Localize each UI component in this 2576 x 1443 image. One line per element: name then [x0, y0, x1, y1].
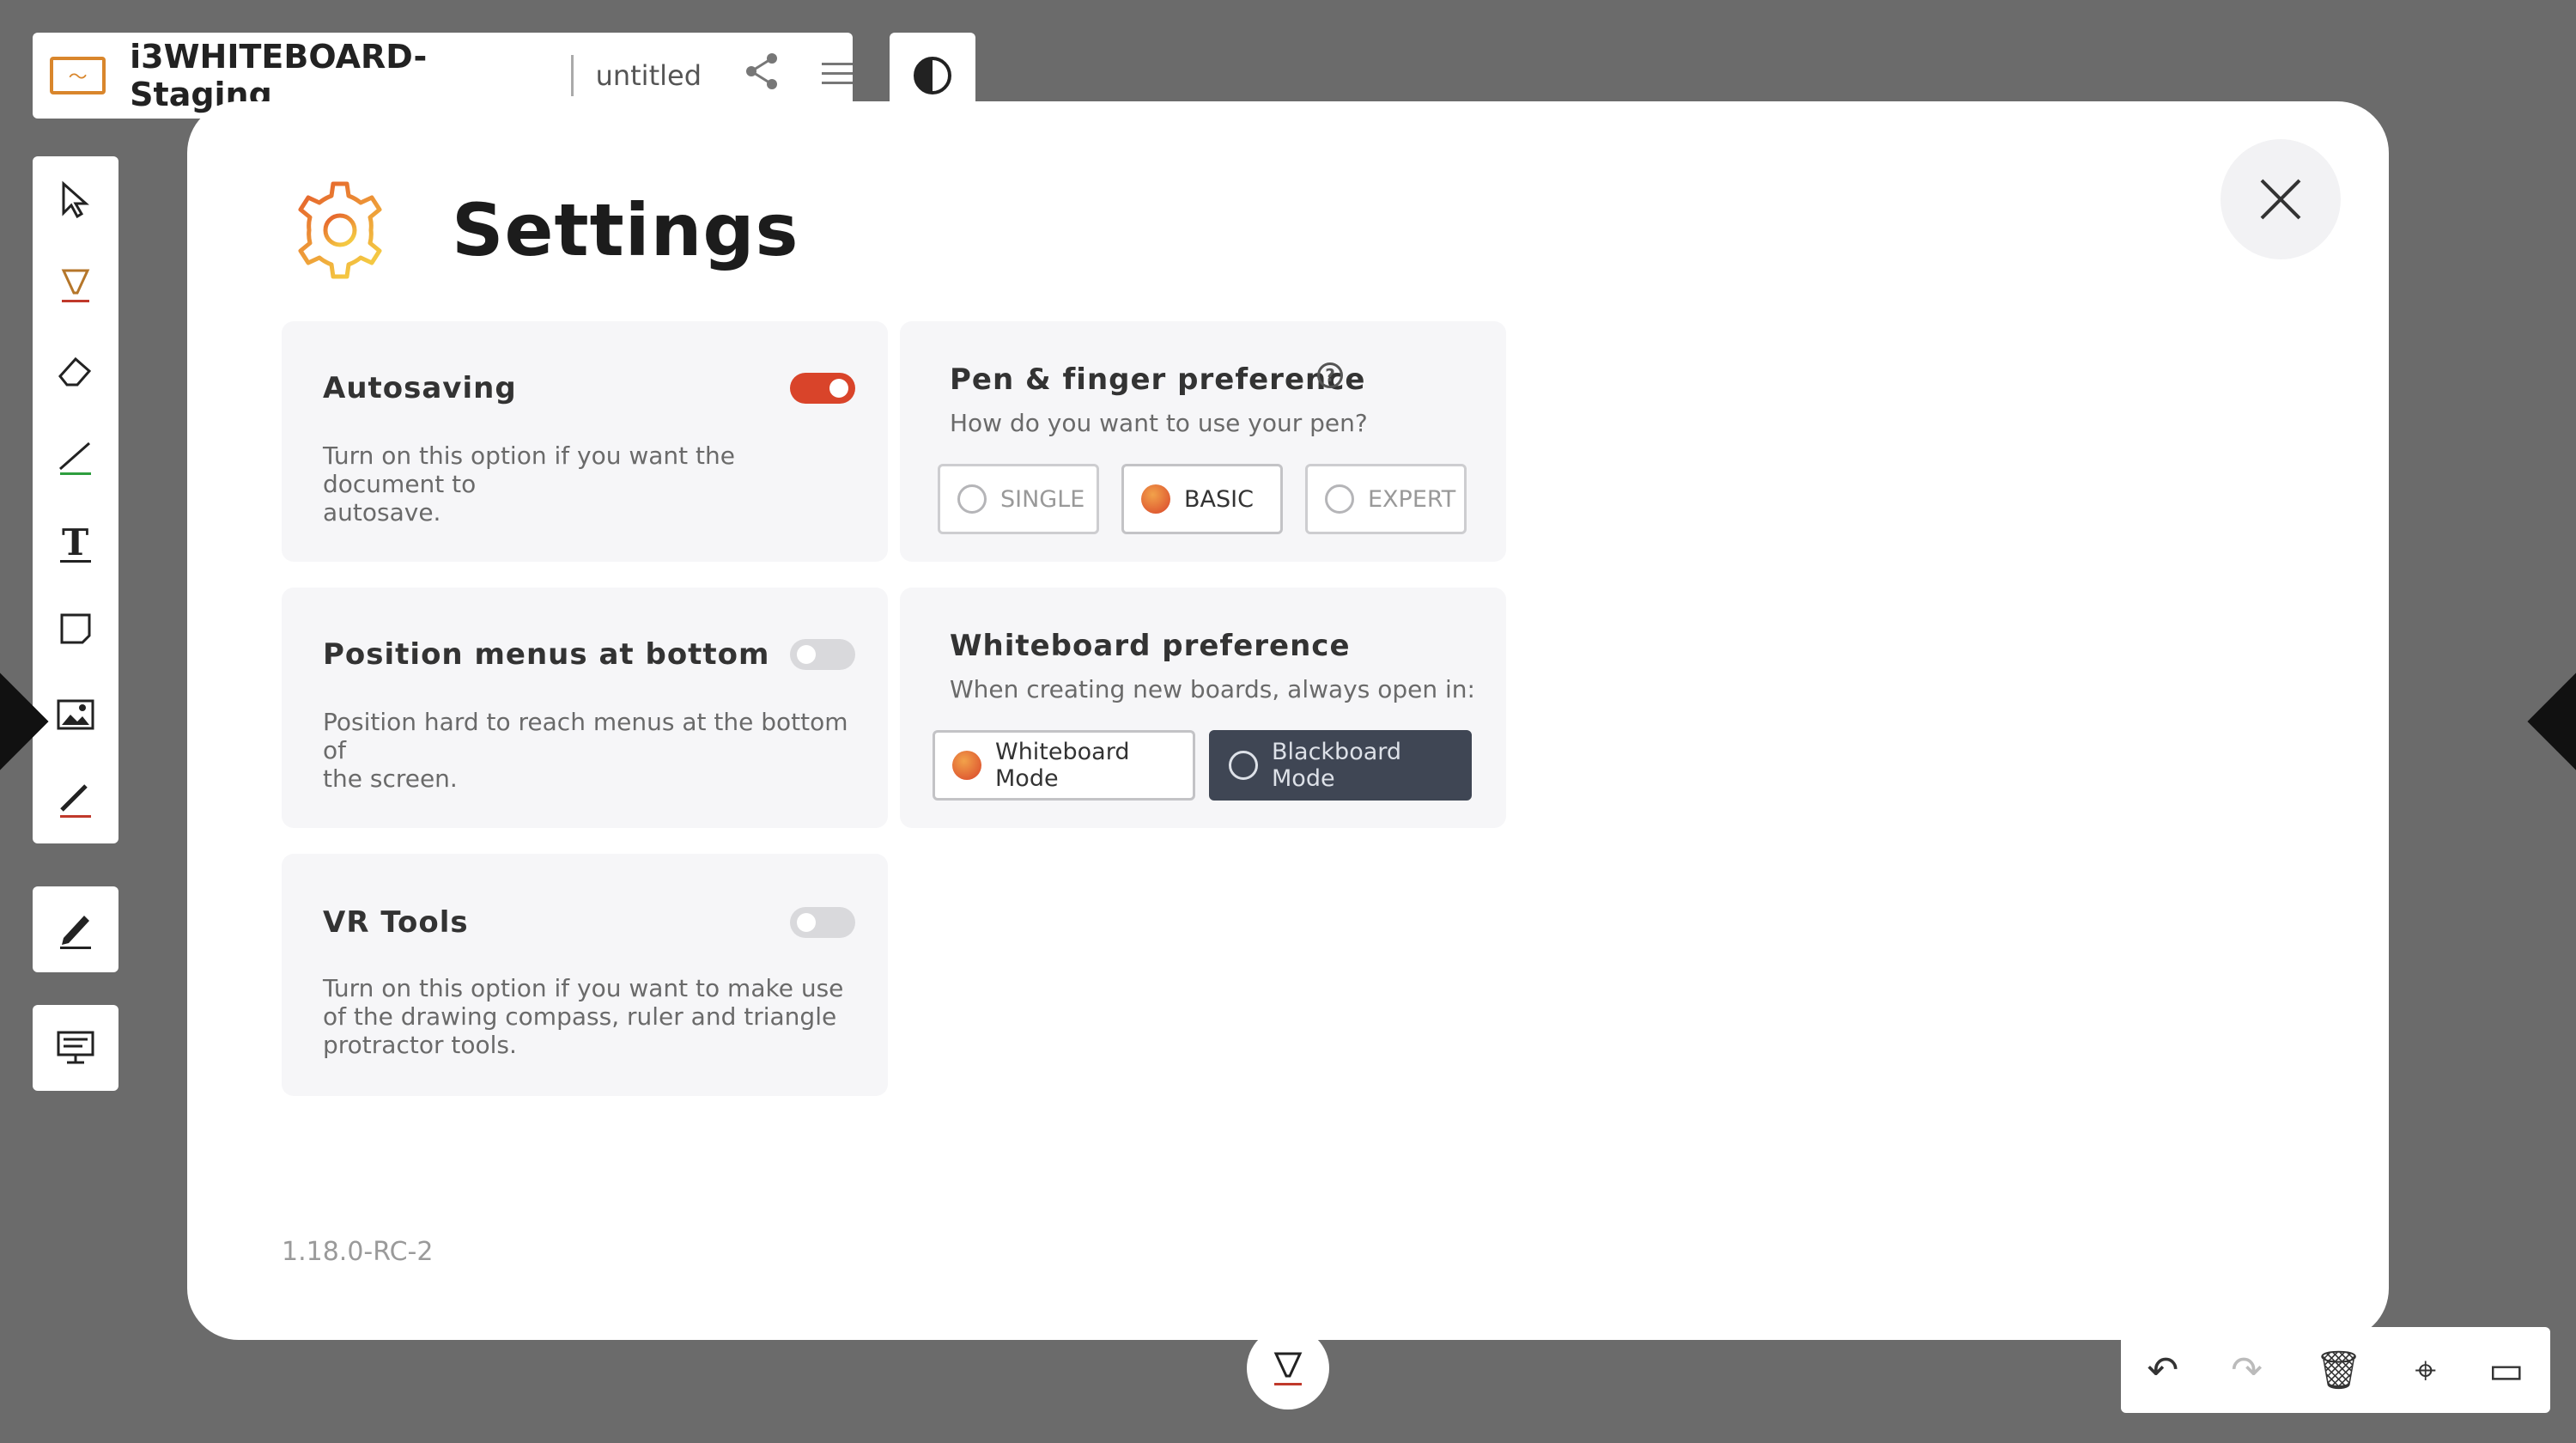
line-tool-icon[interactable] [33, 423, 118, 491]
position-menus-card: Position menus at bottom Position hard t… [282, 588, 888, 828]
vr-tools-description: Turn on this option if you want to make … [323, 974, 844, 1059]
right-panel-tab[interactable] [2527, 673, 2576, 770]
radio-single [957, 484, 987, 514]
autosaving-toggle[interactable] [790, 373, 855, 404]
pen-preference-title: Pen & finger preference [950, 362, 1366, 397]
contrast-icon [914, 57, 951, 94]
autosaving-card: Autosaving Turn on this option if you wa… [282, 321, 888, 562]
eraser-tool-icon[interactable] [33, 337, 118, 405]
presentation-button[interactable] [33, 1005, 118, 1091]
radio-whiteboard-mode [952, 751, 981, 780]
whiteboard-preference-title: Whiteboard preference [950, 629, 1351, 663]
whiteboard-mode-option[interactable]: Whiteboard Mode [933, 730, 1195, 801]
pen-option-single[interactable]: SINGLE [938, 464, 1099, 534]
page-title: Settings [452, 188, 799, 272]
pen-tool-icon[interactable] [33, 251, 118, 320]
redo-icon[interactable]: ↷ [2231, 1349, 2263, 1392]
left-toolbar: T [33, 156, 118, 843]
share-icon[interactable] [744, 52, 779, 99]
document-title[interactable]: untitled [596, 59, 702, 92]
close-icon [2260, 179, 2301, 220]
select-tool-icon[interactable] [33, 165, 118, 234]
position-menus-title: Position menus at bottom [323, 637, 770, 672]
position-menus-toggle[interactable] [790, 639, 855, 670]
position-menus-description: Position hard to reach menus at the bott… [323, 708, 848, 793]
app-logo-icon: 〜 [50, 57, 106, 94]
pencil-icon [60, 916, 91, 949]
radio-expert [1325, 484, 1354, 514]
text-tool-icon[interactable]: T [33, 508, 118, 577]
settings-header: Settings [289, 179, 799, 282]
pen-option-basic[interactable]: BASIC [1121, 464, 1283, 534]
version-label: 1.18.0-RC-2 [282, 1237, 434, 1267]
trash-icon[interactable]: 🗑 [2315, 1348, 2363, 1392]
draw-mode-button[interactable] [33, 886, 118, 972]
help-icon[interactable]: ? [1317, 362, 1343, 388]
menu-icon[interactable] [822, 56, 853, 95]
radio-basic [1141, 484, 1170, 514]
header-divider [570, 55, 574, 96]
presentation-icon [57, 1031, 94, 1064]
image-tool-icon[interactable] [33, 680, 118, 749]
sticky-note-tool-icon[interactable] [33, 594, 118, 663]
radio-blackboard-mode [1229, 751, 1258, 780]
whiteboard-preference-subtitle: When creating new boards, always open in… [950, 675, 1475, 703]
blackboard-mode-option[interactable]: Blackboard Mode [1209, 730, 1472, 801]
close-button[interactable] [2221, 139, 2341, 259]
location-pin-icon[interactable]: ⌖ [2415, 1349, 2436, 1392]
autosaving-title: Autosaving [323, 371, 517, 405]
vr-tools-title: VR Tools [323, 905, 469, 940]
vr-tools-card: VR Tools Turn on this option if you want… [282, 854, 888, 1096]
pen-icon [1273, 1352, 1303, 1385]
pen-preference-subtitle: How do you want to use your pen? [950, 409, 1368, 437]
pen-preference-card: Pen & finger preference ? How do you wan… [900, 321, 1506, 562]
pen-option-expert[interactable]: EXPERT [1305, 464, 1467, 534]
settings-dialog: Settings Autosaving Turn on this option … [187, 101, 2389, 1340]
vr-tools-toggle[interactable] [790, 907, 855, 938]
whiteboard-preference-card: Whiteboard preference When creating new … [900, 588, 1506, 828]
magic-pen-tool-icon[interactable] [33, 766, 118, 835]
pages-icon[interactable]: ▭ [2488, 1349, 2524, 1392]
svg-text:T: T [62, 522, 88, 563]
bottom-toolbar: ↶ ↷ 🗑 ⌖ ▭ [2121, 1327, 2550, 1413]
undo-icon[interactable]: ↶ [2147, 1349, 2178, 1392]
gear-icon [298, 181, 382, 279]
autosaving-description: Turn on this option if you want the docu… [323, 441, 735, 527]
